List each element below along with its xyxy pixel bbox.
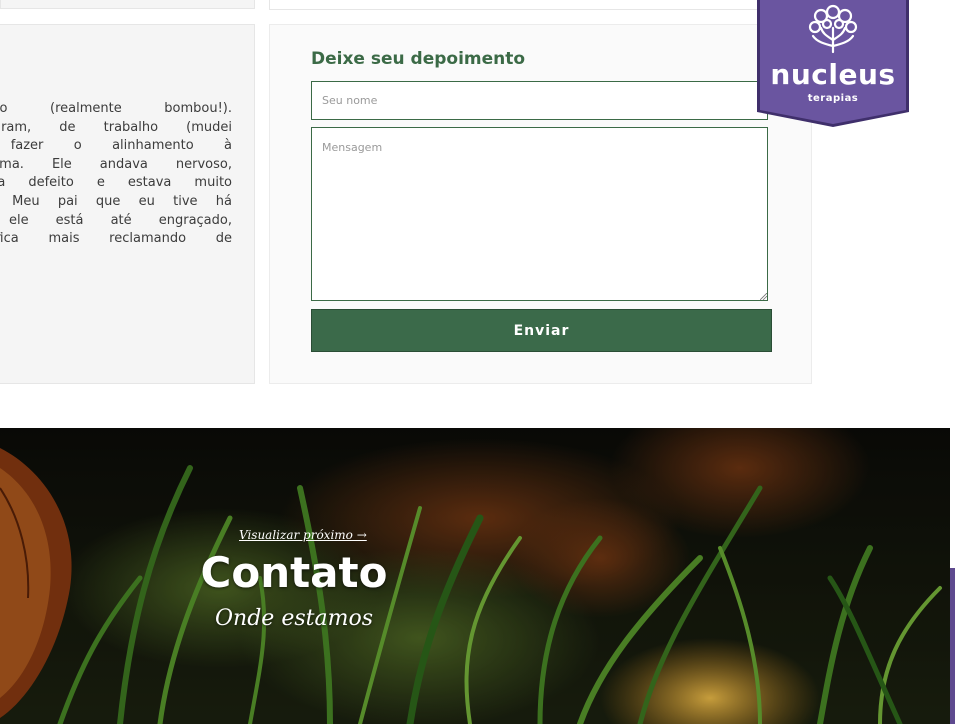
- name-input[interactable]: [311, 81, 768, 120]
- testimonial-line: amigos que nunca, ele está até engraçado…: [0, 212, 232, 228]
- resize-grip-icon[interactable]: [760, 293, 767, 300]
- testimonial-line: das! Super-recomendo!: [0, 249, 232, 268]
- testimonial-card: vida mudou muito (realmente bombou!). ita…: [0, 24, 255, 384]
- testimonial-text: vida mudou muito (realmente bombou!). ita…: [0, 100, 232, 267]
- contact-subtitle: Onde estamos: [215, 606, 373, 631]
- side-accent-bar: [950, 568, 955, 724]
- nucleus-logo[interactable]: nucleus terapias: [757, 0, 909, 128]
- submit-button[interactable]: Enviar: [311, 309, 772, 352]
- testimonial-line: itas portas se abriram, de trabalho (mud…: [0, 119, 232, 135]
- testimonial-line: o.... Resolvi então fazer o alinhamento …: [0, 138, 232, 154]
- testimonial-line: eu fazia ele colocava defeito e estava m…: [0, 175, 232, 191]
- previous-card-bottom-right: [269, 0, 812, 10]
- message-textarea[interactable]: [311, 127, 768, 301]
- testimonial-line: ais egoísta, não fica mais reclamando de: [0, 231, 232, 247]
- testimonial-line: de novo o meu pai. Meu pai que eu tive h…: [0, 193, 232, 209]
- next-section-link[interactable]: Visualizar próximo →: [239, 528, 367, 542]
- contact-hero-section: Visualizar próximo → Contato Onde estamo…: [0, 428, 950, 724]
- testimonial-line: vida mudou muito (realmente bombou!).: [0, 101, 232, 116]
- testimonial-form-card: Deixe seu depoimento Enviar: [269, 24, 812, 384]
- testimonial-line: o à terapia nenhuma. Ele andava nervoso,: [0, 156, 232, 172]
- logo-subtitle: terapias: [807, 93, 859, 104]
- form-title: Deixe seu depoimento: [311, 49, 526, 69]
- previous-card-bottom-left: [0, 0, 255, 9]
- logo-wordmark: nucleus: [770, 58, 896, 91]
- contact-title: Contato: [200, 548, 388, 597]
